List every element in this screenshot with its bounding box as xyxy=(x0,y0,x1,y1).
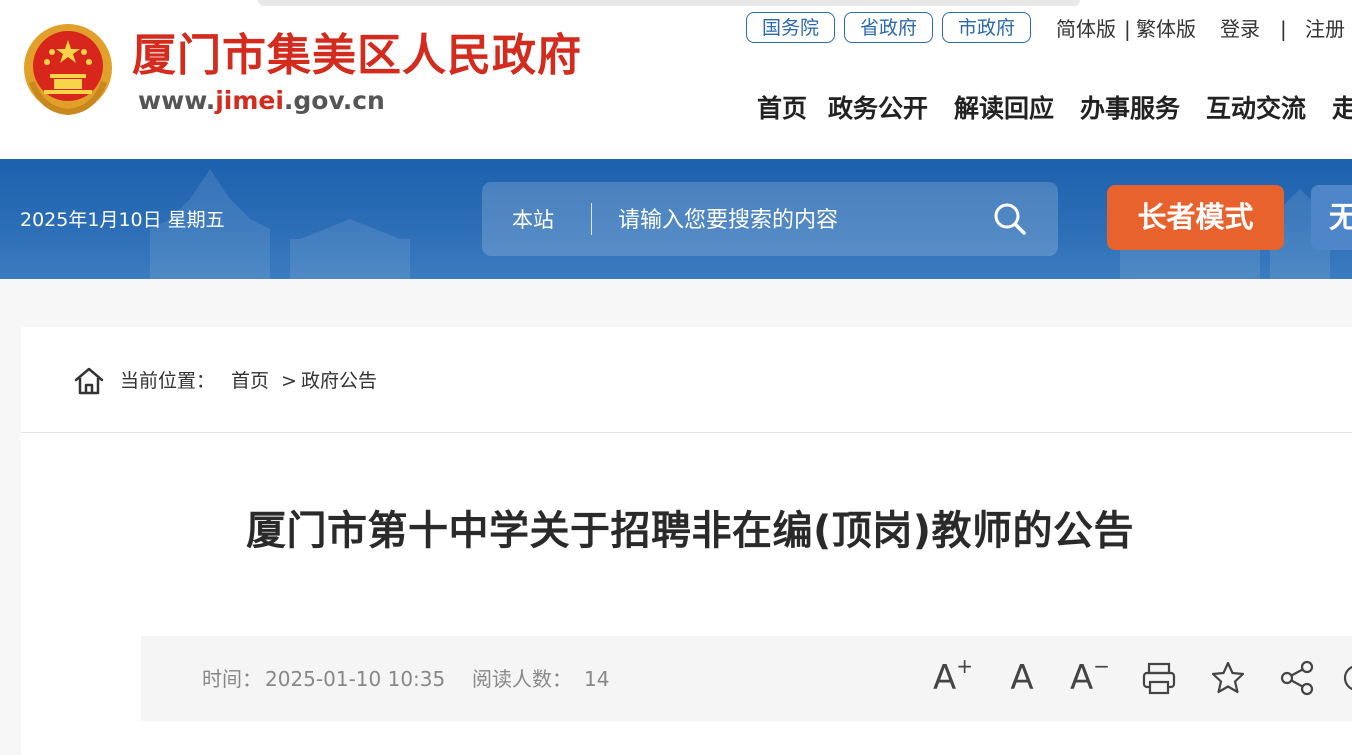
search-divider xyxy=(591,203,592,235)
more-tool-icon[interactable] xyxy=(1337,658,1352,698)
simplified-link[interactable]: 简体版 xyxy=(1056,16,1116,42)
site-url: www.jimei.gov.cn xyxy=(138,86,385,116)
login-separator: | xyxy=(1280,17,1287,41)
nav-more[interactable]: 走 xyxy=(1332,93,1352,125)
font-increase-icon[interactable]: A + xyxy=(933,654,973,698)
url-suffix: .gov.cn xyxy=(283,86,385,115)
url-prefix: www. xyxy=(138,86,216,115)
home-icon xyxy=(74,367,104,395)
article-panel: 当前位置： 首页 > 政府公告 厦门市第十中学关于招聘非在编(顶岗)教师的公告 … xyxy=(21,327,1352,755)
site-title[interactable]: 厦门市集美区人民政府 xyxy=(132,30,582,82)
font-decrease-icon[interactable]: A − xyxy=(1070,654,1110,698)
scroll-indicator xyxy=(258,0,1080,6)
search-input[interactable] xyxy=(618,200,968,240)
breadcrumb-label: 当前位置： xyxy=(120,370,216,392)
breadcrumb-home-link[interactable]: 首页 xyxy=(231,369,269,393)
print-icon[interactable] xyxy=(1139,658,1179,698)
divider xyxy=(21,432,1352,433)
nav-services[interactable]: 办事服务 xyxy=(1080,93,1180,125)
publish-time: 2025-01-10 10:35 xyxy=(265,667,446,691)
url-accent: jimei xyxy=(215,86,284,115)
breadcrumb-separator: > xyxy=(281,370,297,392)
search-icon[interactable] xyxy=(992,201,1028,237)
register-link[interactable]: 注册 xyxy=(1305,16,1345,42)
national-emblem-icon xyxy=(24,24,112,116)
banner: 2025年1月10日 星期五 本站 长者模式 无 xyxy=(0,159,1352,279)
nav-interaction[interactable]: 互动交流 xyxy=(1206,93,1306,125)
province-link[interactable]: 省政府 xyxy=(844,12,933,43)
star-icon[interactable] xyxy=(1208,658,1248,698)
article-meta-bar: 时间： 2025-01-10 10:35 阅读人数： 14 A + A A − xyxy=(141,636,1352,721)
traditional-link[interactable]: 繁体版 xyxy=(1136,16,1196,42)
font-reset-icon[interactable]: A xyxy=(1002,658,1042,698)
breadcrumb-current-link[interactable]: 政府公告 xyxy=(301,369,377,393)
nav-gov-affairs[interactable]: 政务公开 xyxy=(828,93,928,125)
share-icon[interactable] xyxy=(1277,658,1317,698)
login-link[interactable]: 登录 xyxy=(1220,16,1260,42)
site-header: 厦门市集美区人民政府 www.jimei.gov.cn 国务院 省政府 市政府 … xyxy=(0,0,1352,159)
article-title: 厦门市第十中学关于招聘非在编(顶岗)教师的公告 xyxy=(246,508,1135,554)
city-link[interactable]: 市政府 xyxy=(942,12,1031,43)
time-label: 时间： xyxy=(202,667,262,691)
current-date: 2025年1月10日 星期五 xyxy=(20,209,225,231)
search-box: 本站 xyxy=(482,182,1058,256)
search-scope-selector[interactable]: 本站 xyxy=(512,206,554,234)
nav-interpretation[interactable]: 解读回应 xyxy=(954,93,1054,125)
elder-mode-button[interactable]: 长者模式 xyxy=(1107,185,1284,250)
nav-home[interactable]: 首页 xyxy=(757,93,807,125)
accessibility-button[interactable]: 无 xyxy=(1311,185,1352,250)
state-council-link[interactable]: 国务院 xyxy=(746,12,835,43)
read-count: 14 xyxy=(584,667,610,691)
lang-separator: | xyxy=(1124,17,1131,41)
reads-label: 阅读人数： xyxy=(472,667,572,691)
